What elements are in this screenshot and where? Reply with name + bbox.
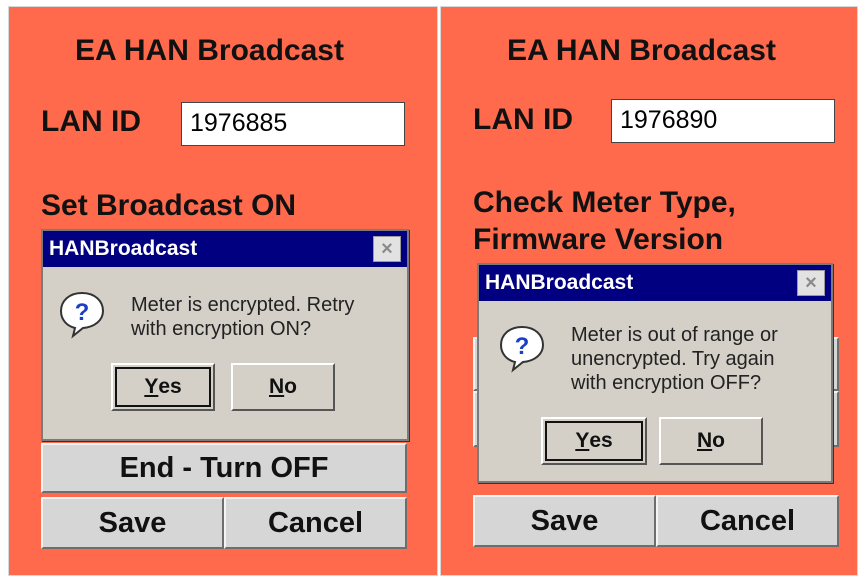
no-button[interactable]: No — [231, 363, 335, 411]
lan-id-field[interactable]: 1976885 — [181, 102, 405, 146]
message-dialog: HANBroadcast × ? Meter is encrypted. Ret… — [41, 229, 409, 441]
dialog-title: HANBroadcast — [49, 237, 198, 260]
status-line-2: Firmware Version — [473, 223, 724, 256]
dialog-title-bar: HANBroadcast × — [479, 265, 831, 301]
cancel-button[interactable]: Cancel — [656, 495, 839, 547]
cancel-button[interactable]: Cancel — [224, 497, 407, 549]
left-screen: EA HAN Broadcast LAN ID 1976885 Set Broa… — [8, 6, 438, 576]
status-line-1: Set Broadcast ON — [41, 189, 297, 222]
lan-id-label: LAN ID — [473, 103, 573, 136]
dialog-title-bar: HANBroadcast × — [43, 231, 407, 267]
lan-id-field[interactable]: 1976890 — [611, 99, 835, 143]
app-title: EA HAN Broadcast — [507, 34, 776, 67]
dialog-message: Meter is encrypted. Retry with encryptio… — [131, 294, 355, 340]
question-icon: ? — [59, 291, 105, 339]
right-screen: EA HAN Broadcast LAN ID 1976890 Check Me… — [440, 6, 858, 576]
yes-button[interactable]: Yes — [541, 417, 647, 465]
lan-id-label: LAN ID — [41, 105, 141, 138]
question-icon: ? — [499, 325, 545, 373]
yes-button[interactable]: Yes — [111, 363, 215, 411]
close-icon[interactable]: × — [373, 236, 401, 262]
save-button[interactable]: Save — [41, 497, 224, 549]
svg-text:?: ? — [515, 333, 530, 360]
end-turn-off-button[interactable]: End - Turn OFF — [41, 443, 407, 493]
svg-text:?: ? — [75, 299, 90, 326]
message-dialog: HANBroadcast × ? Meter is out of range o… — [477, 263, 833, 483]
save-button[interactable]: Save — [473, 495, 656, 547]
dialog-title: HANBroadcast — [485, 271, 634, 294]
no-button[interactable]: No — [659, 417, 763, 465]
close-icon[interactable]: × — [797, 270, 825, 296]
app-title: EA HAN Broadcast — [75, 34, 344, 67]
status-line-1: Check Meter Type, — [473, 186, 736, 219]
dialog-message: Meter is out of range or unencrypted. Tr… — [571, 324, 778, 394]
